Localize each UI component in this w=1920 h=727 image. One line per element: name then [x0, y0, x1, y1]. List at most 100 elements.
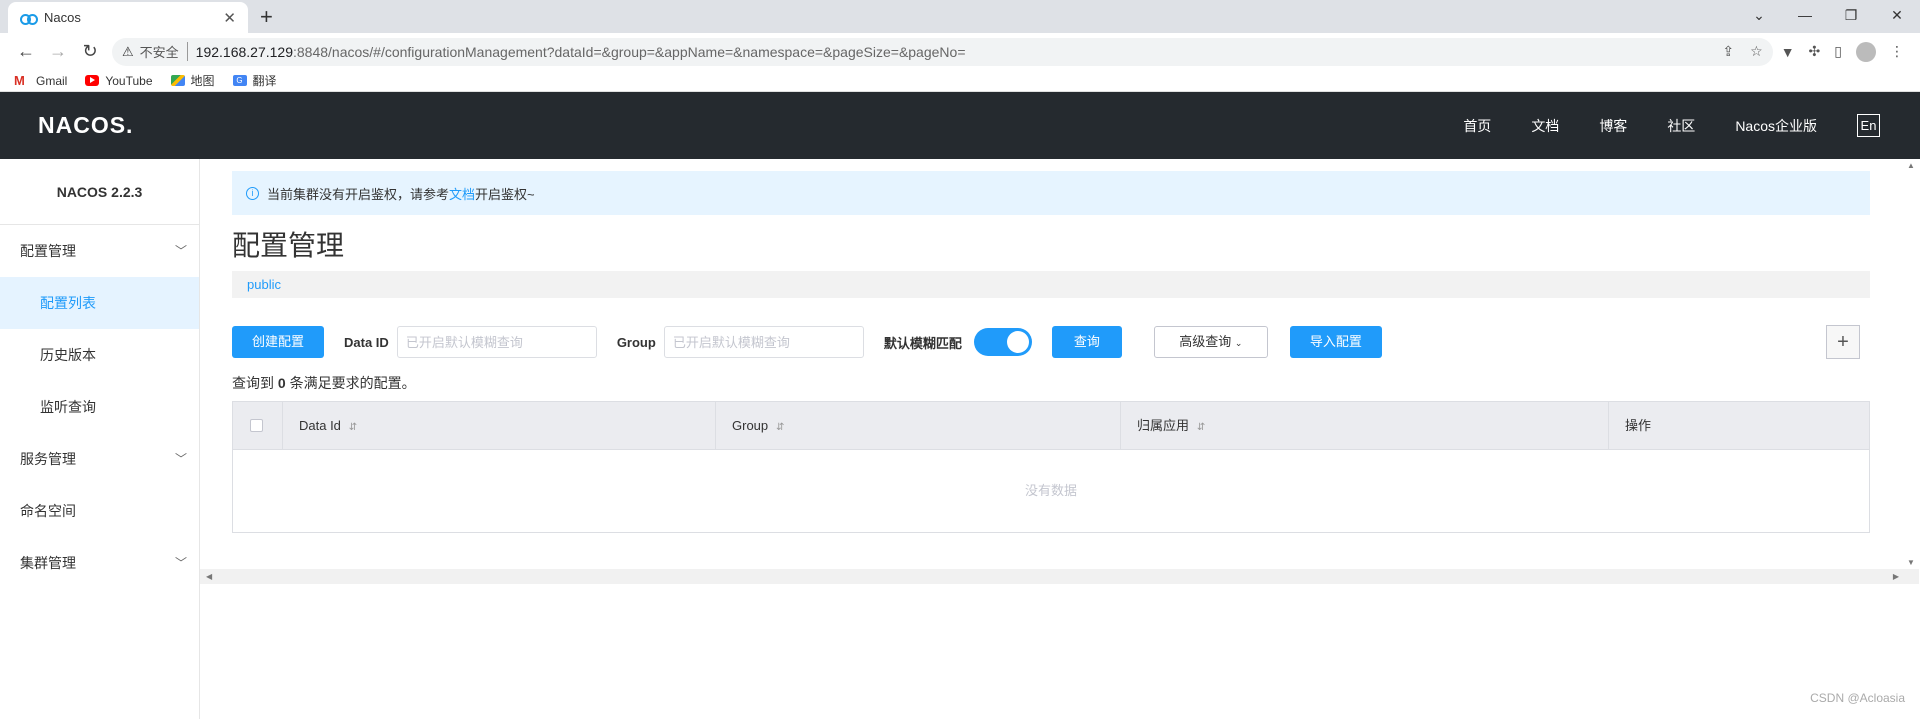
sidebar-item-config-list[interactable]: 配置列表 — [0, 277, 199, 329]
namespace-bar: public — [232, 271, 1870, 298]
window-controls: ⌄ — ❐ ✕ — [1736, 0, 1920, 33]
maps-icon — [170, 75, 185, 86]
new-tab-button[interactable]: + — [260, 4, 273, 30]
bookmark-translate[interactable]: G 翻译 — [232, 72, 277, 89]
bookmark-maps[interactable]: 地图 — [170, 72, 215, 89]
tab-search-icon[interactable]: ⌄ — [1736, 0, 1782, 33]
watermark: CSDN @Acloasia — [1810, 691, 1905, 705]
namespace-public[interactable]: public — [247, 277, 281, 292]
table-header: Data Id ⇵ Group ⇵ 归属应用 ⇵ 操作 — [233, 401, 1869, 450]
column-label: Group — [732, 417, 769, 433]
profile-avatar-icon[interactable] — [1856, 41, 1876, 62]
advanced-query-button[interactable]: 高级查询 ⌄ — [1153, 326, 1268, 358]
extensions-puzzle-icon[interactable]: ✣ — [1809, 43, 1821, 60]
forward-arrow-icon[interactable]: → — [42, 41, 74, 62]
back-arrow-icon[interactable]: ← — [10, 41, 42, 62]
minimize-icon[interactable]: — — [1782, 0, 1828, 33]
result-suffix: 条满足要求的配置。 — [289, 375, 416, 391]
sidebar-item-config-management[interactable]: 配置管理 ﹀ — [0, 225, 199, 277]
query-button[interactable]: 查询 — [1051, 326, 1122, 358]
insecure-label[interactable]: 不安全 — [140, 42, 188, 61]
chevron-down-icon: ⌄ — [1234, 338, 1243, 348]
dataid-label: Data ID — [344, 334, 389, 350]
sidebar-item-namespace[interactable]: 命名空间 — [0, 485, 199, 537]
column-app[interactable]: 归属应用 ⇵ — [1121, 401, 1609, 450]
bookmark-youtube[interactable]: YouTube — [85, 74, 153, 88]
column-label: Data Id — [299, 417, 341, 433]
create-config-button[interactable]: 创建配置 — [232, 326, 325, 358]
chevron-down-icon: ﹀ — [174, 556, 187, 570]
column-actions: 操作 — [1609, 402, 1869, 450]
reload-icon[interactable]: ↻ — [74, 41, 106, 62]
tab-title: Nacos — [44, 10, 81, 25]
select-all-checkbox[interactable] — [250, 418, 263, 432]
add-plus-icon[interactable]: + — [1826, 325, 1860, 359]
close-window-icon[interactable]: ✕ — [1874, 0, 1920, 33]
sidebar-item-label: 命名空间 — [20, 503, 76, 519]
share-icon[interactable]: ⇪ — [1722, 43, 1734, 60]
dataid-input[interactable] — [396, 326, 597, 358]
empty-state: 没有数据 — [1024, 483, 1077, 498]
import-config-button[interactable]: 导入配置 — [1289, 326, 1382, 358]
language-switch[interactable]: En — [1857, 114, 1880, 137]
nav-home[interactable]: 首页 — [1463, 116, 1491, 136]
fuzzy-match-label: 默认模糊匹配 — [883, 335, 962, 351]
vue-devtools-icon[interactable]: ▼ — [1781, 44, 1795, 60]
restore-icon[interactable]: ❐ — [1828, 0, 1874, 33]
sidebar-item-history[interactable]: 历史版本 — [0, 329, 199, 381]
url-host: 192.168.27.129 — [195, 43, 293, 60]
sort-icon[interactable]: ⇵ — [1197, 422, 1205, 433]
column-label: 归属应用 — [1137, 417, 1190, 433]
result-count: 0 — [277, 375, 286, 391]
browser-tab[interactable]: Nacos ✕ — [8, 2, 248, 33]
column-group[interactable]: Group ⇵ — [716, 401, 1121, 450]
sidebar-item-label: 集群管理 — [20, 555, 76, 571]
scroll-right-icon[interactable]: ▶ — [1893, 569, 1899, 584]
sidebar-item-label: 服务管理 — [20, 451, 76, 467]
sidebar-item-cluster-management[interactable]: 集群管理 ﹀ — [0, 537, 199, 589]
config-management-page: i 当前集群没有开启鉴权，请参考 文档 开启鉴权~ 配置管理 public 创建… — [232, 171, 1870, 533]
scroll-down-icon[interactable]: ▼ — [1907, 558, 1915, 567]
filter-bar: 创建配置 Data ID Group 默认模糊匹配 查询 高级查询 ⌄ 导入配置… — [232, 325, 1870, 359]
translate-icon: G — [232, 75, 247, 86]
group-input[interactable] — [663, 326, 864, 358]
scroll-left-icon[interactable]: ◀ — [206, 569, 212, 584]
info-icon: i — [246, 186, 259, 200]
sort-icon[interactable]: ⇵ — [776, 422, 784, 433]
nav-community[interactable]: 社区 — [1667, 116, 1695, 136]
gmail-icon: M — [14, 73, 25, 88]
nacos-logo[interactable]: NACOS. — [38, 112, 133, 139]
vertical-scrollbar[interactable]: ▲ ▼ — [1904, 159, 1919, 569]
side-panel-icon[interactable]: ▯ — [1834, 43, 1842, 60]
sort-icon[interactable]: ⇵ — [349, 422, 357, 433]
bookmark-label: Gmail — [36, 73, 68, 88]
youtube-icon — [85, 75, 100, 86]
select-all-cell — [233, 401, 283, 450]
fuzzy-match-toggle[interactable] — [973, 328, 1032, 356]
sidebar-item-service-management[interactable]: 服务管理 ﹀ — [0, 433, 199, 485]
version-label: NACOS 2.2.3 — [0, 159, 199, 225]
notice-text-before: 当前集群没有开启鉴权，请参考 — [267, 186, 450, 202]
horizontal-scrollbar[interactable]: ◀ ▶ — [200, 569, 1919, 584]
more-menu-icon[interactable]: ⋮ — [1890, 43, 1904, 60]
address-bar[interactable]: ⚠ 不安全 192.168.27.129:8848/nacos/#/config… — [112, 37, 1773, 66]
sidebar: NACOS 2.2.3 配置管理 ﹀ 配置列表 历史版本 监听查询 服务管理 ﹀… — [0, 159, 200, 719]
notice-docs-link[interactable]: 文档 — [449, 184, 475, 203]
bookmark-label: 地图 — [190, 74, 215, 88]
bookmark-star-icon[interactable]: ☆ — [1750, 43, 1763, 60]
nav-links: 首页 文档 博客 社区 Nacos企业版 En — [1463, 114, 1920, 137]
chevron-down-icon: ﹀ — [174, 452, 187, 466]
scroll-up-icon[interactable]: ▲ — [1907, 161, 1915, 170]
sidebar-item-label: 配置管理 — [20, 243, 76, 259]
close-tab-icon[interactable]: ✕ — [223, 9, 236, 27]
nav-blog[interactable]: 博客 — [1599, 116, 1627, 136]
bookmark-gmail[interactable]: M Gmail — [14, 74, 67, 88]
warning-icon[interactable]: ⚠ — [122, 44, 134, 60]
notice-text-after: 开启鉴权~ — [475, 186, 535, 202]
extensions-area: ▼ ✣ ▯ ⋮ — [1781, 41, 1910, 62]
sidebar-item-listener-query[interactable]: 监听查询 — [0, 381, 199, 433]
url-text[interactable]: 192.168.27.129:8848/nacos/#/configuratio… — [196, 44, 1707, 60]
column-dataid[interactable]: Data Id ⇵ — [283, 401, 716, 450]
nav-docs[interactable]: 文档 — [1531, 116, 1559, 136]
nav-enterprise[interactable]: Nacos企业版 — [1735, 116, 1817, 136]
